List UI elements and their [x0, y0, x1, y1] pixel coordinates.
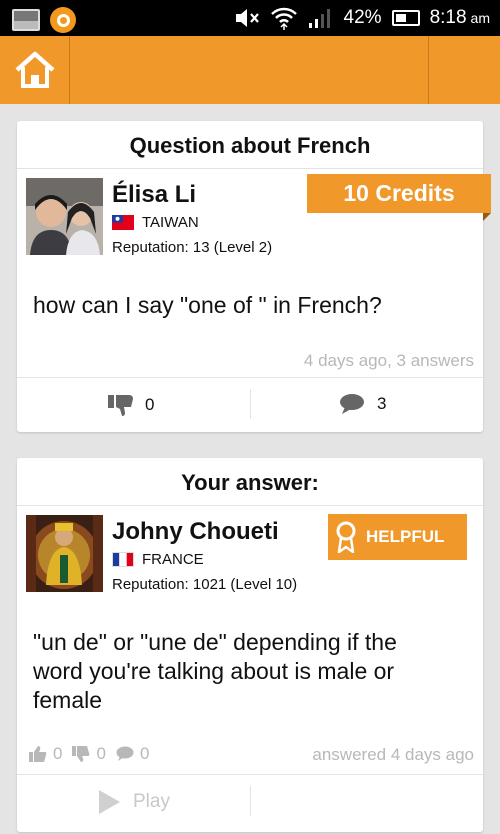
question-card-title: Question about French	[17, 121, 483, 169]
credits-badge: 10 Credits	[307, 174, 491, 213]
comment-icon	[340, 394, 364, 414]
question-dislike-count: 0	[145, 395, 155, 414]
clock-ampm: am	[470, 10, 490, 26]
mute-icon	[235, 9, 259, 27]
asker-avatar[interactable]	[26, 178, 103, 255]
asker-country: TAIWAN	[112, 214, 199, 231]
home-icon	[15, 51, 54, 88]
thumbs-up-icon[interactable]	[29, 746, 47, 762]
play-label: Play	[133, 791, 170, 812]
gallery-notification-icon	[12, 9, 40, 31]
thumbs-down-icon[interactable]	[72, 746, 90, 762]
thumbs-down-icon	[108, 395, 133, 416]
answerer-avatar[interactable]	[26, 515, 103, 592]
answer-comment-count: 0	[139, 744, 150, 763]
answer-card-title: Your answer:	[17, 458, 483, 506]
answer-dislike-count: 0	[96, 744, 106, 763]
asker-country-label: TAIWAN	[142, 214, 199, 231]
answerer-country-label: FRANCE	[142, 551, 204, 568]
answer-actions-separator	[250, 786, 251, 816]
dislike-button[interactable]: 0	[107, 393, 154, 417]
answer-reactions: 0 0 0	[29, 744, 149, 764]
play-icon	[99, 790, 120, 814]
answerer-name[interactable]: Johny Choueti	[112, 518, 279, 546]
question-actions-divider	[17, 377, 483, 378]
home-button[interactable]	[0, 36, 70, 104]
comments-button[interactable]: 3	[339, 393, 386, 415]
question-text: how can I say "one of " in French?	[33, 292, 382, 318]
question-actions-separator	[250, 389, 251, 419]
wifi-icon	[270, 7, 297, 30]
asker-name[interactable]: Élisa Li	[112, 181, 196, 209]
battery-icon	[391, 10, 420, 26]
answer-actions-divider	[17, 774, 483, 775]
credits-badge-fold	[483, 213, 491, 221]
answer-text: "un de" or "une de" depending if the wor…	[33, 629, 397, 713]
taiwan-flag-icon	[112, 215, 134, 230]
answer-like-count: 0	[53, 744, 63, 763]
play-button[interactable]: Play	[97, 789, 170, 815]
app-bar	[0, 36, 500, 104]
battery-percent: 42%	[343, 7, 382, 28]
answerer-country: FRANCE	[112, 551, 204, 568]
status-bar: 42% 8:18 am	[0, 0, 500, 36]
signal-icon	[308, 9, 330, 28]
question-meta: 4 days ago, 3 answers	[303, 351, 474, 370]
question-card: Question about French Élisa Li TAIWAN Re…	[17, 121, 491, 432]
asker-reputation: Reputation: 13 (Level 2)	[112, 239, 273, 256]
answer-card: Your answer: Johny Choueti FRANCE Reputa…	[17, 458, 483, 832]
answer-meta: answered 4 days ago	[312, 745, 474, 764]
clock: 8:18	[429, 7, 467, 28]
app-notification-icon	[50, 7, 76, 33]
notification-icons	[12, 7, 76, 33]
helpful-badge-label: HELPFUL	[366, 527, 445, 546]
system-indicators: 42% 8:18 am	[234, 0, 490, 36]
comment-icon[interactable]	[116, 746, 134, 762]
answerer-reputation: Reputation: 1021 (Level 10)	[112, 576, 298, 593]
helpful-badge: HELPFUL	[328, 514, 467, 560]
app-bar-divider	[428, 36, 429, 104]
france-flag-icon	[112, 552, 134, 567]
ribbon-award-icon	[336, 521, 356, 553]
question-comment-count: 3	[377, 394, 387, 413]
